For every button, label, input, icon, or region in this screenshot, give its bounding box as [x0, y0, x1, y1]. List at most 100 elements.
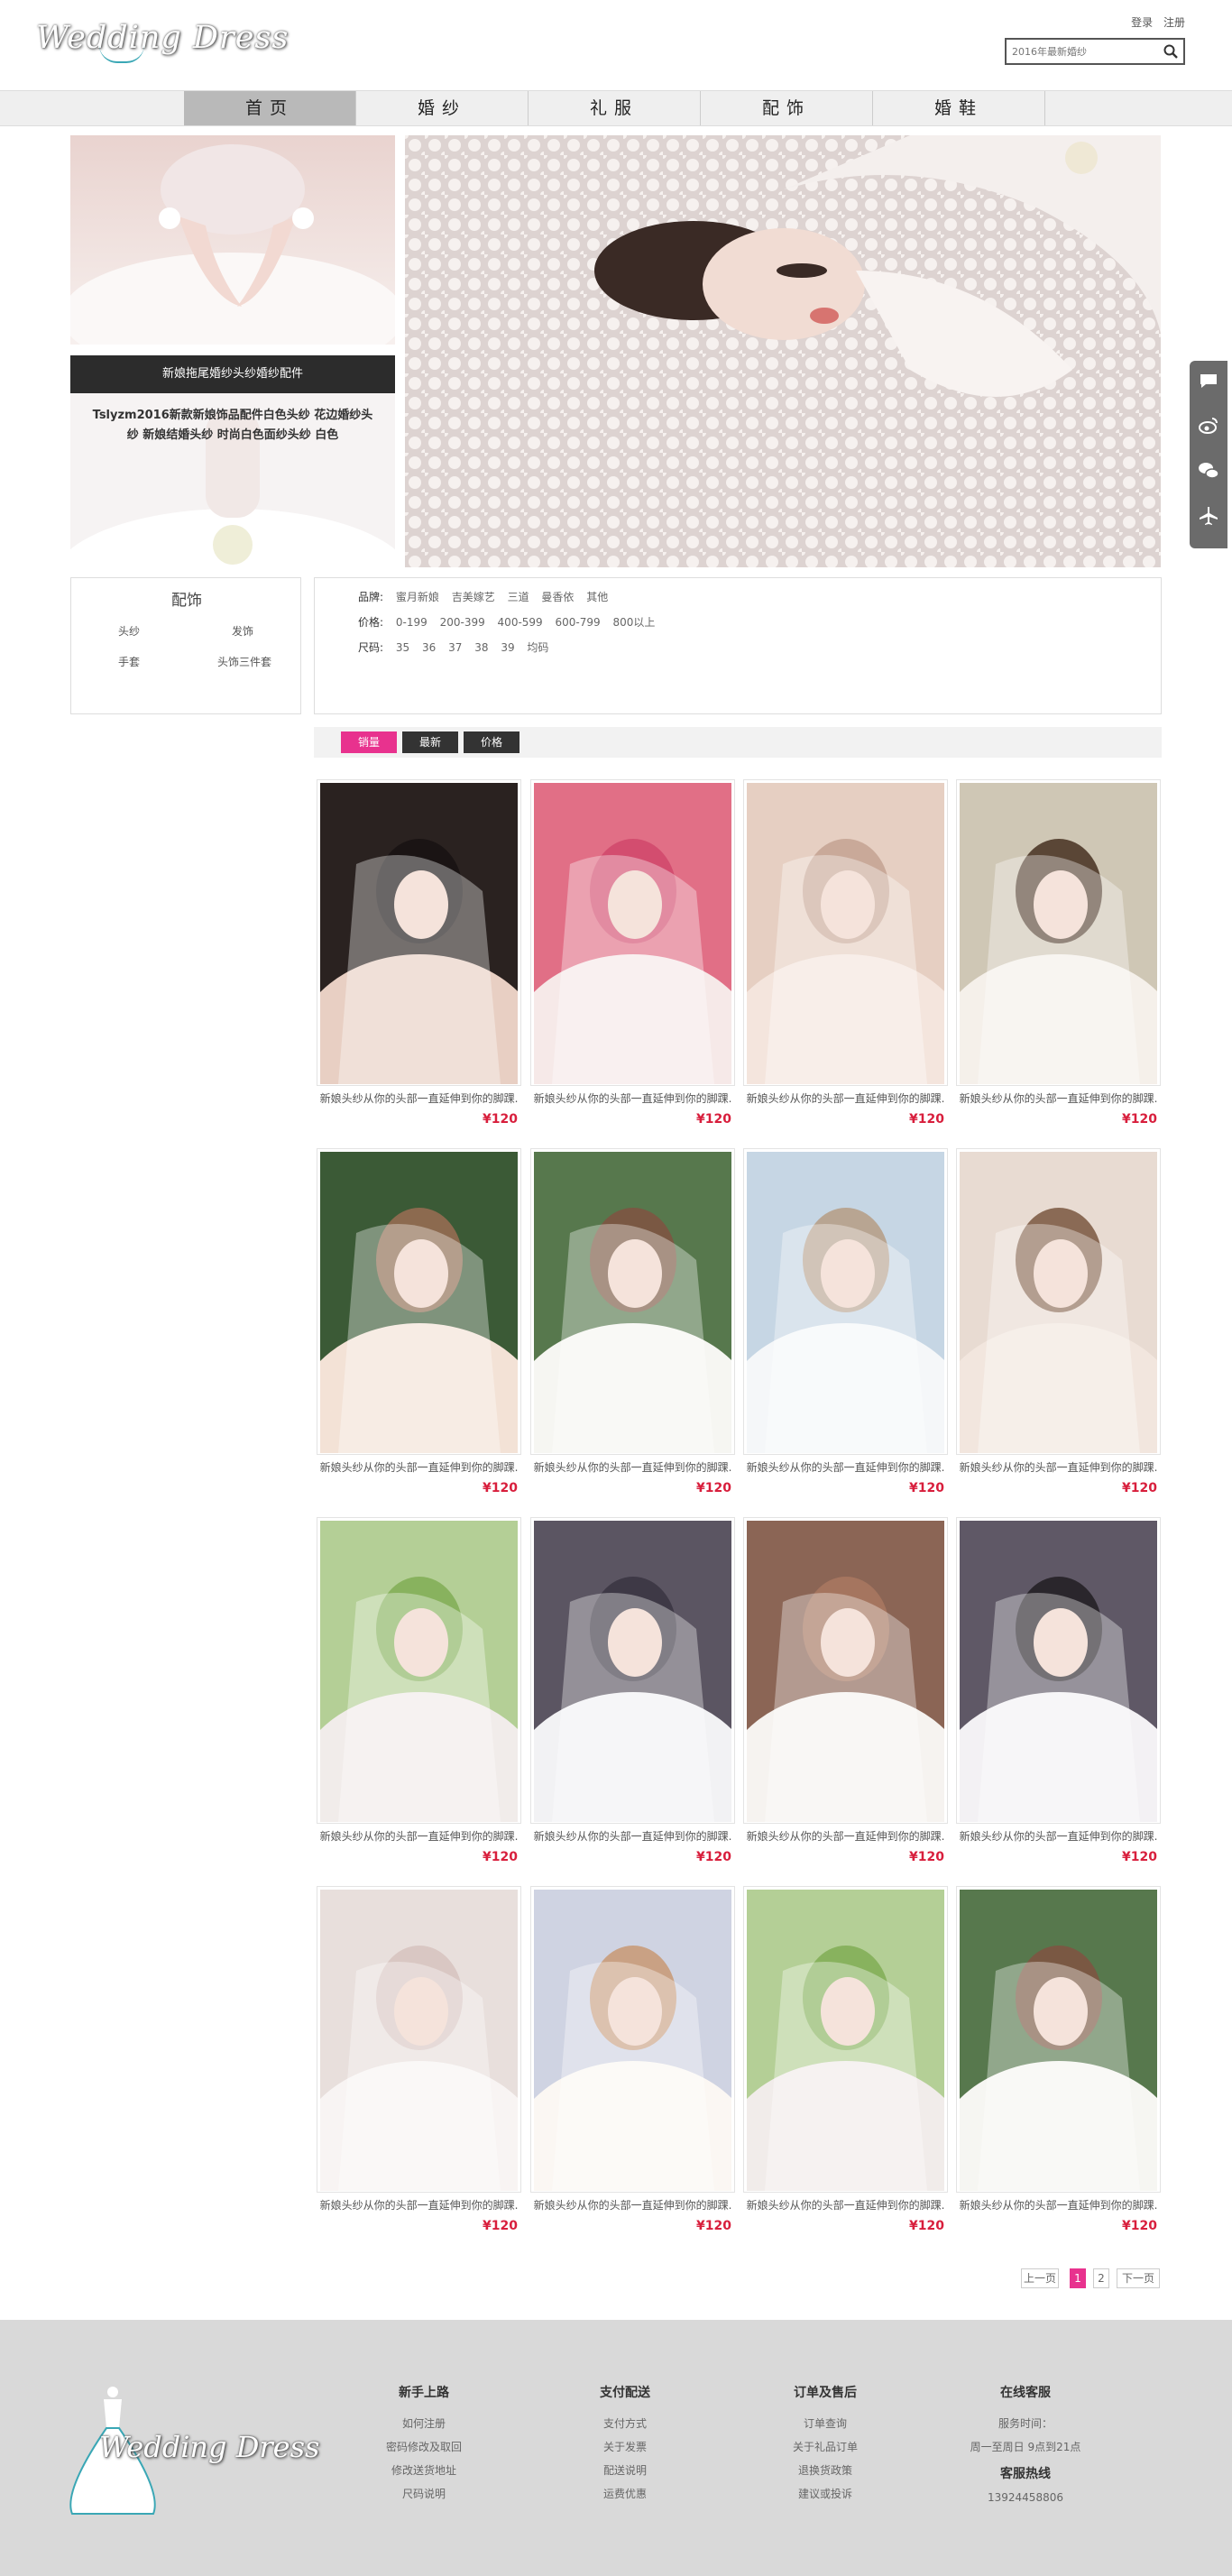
product-image[interactable]	[747, 783, 944, 1084]
footer-logo[interactable]: Wedding Dress	[99, 2430, 319, 2464]
product-card[interactable]	[743, 1148, 948, 1455]
size-option[interactable]: 36	[422, 641, 436, 654]
product-image[interactable]	[960, 1521, 1157, 1822]
product-description[interactable]: 新娘头纱从你的头部一直延伸到你的脚踝.	[530, 2197, 735, 2213]
product-card[interactable]	[743, 779, 948, 1086]
product-image[interactable]	[534, 1521, 731, 1822]
page-1-button[interactable]: 1	[1070, 2268, 1086, 2288]
product-image[interactable]	[960, 783, 1157, 1084]
brand-option[interactable]: 其他	[586, 591, 608, 603]
price-option[interactable]: 200-399	[440, 616, 485, 629]
brand-option[interactable]: 三道	[508, 591, 529, 603]
site-logo[interactable]: Wedding Dress	[36, 20, 289, 56]
nav-gowns[interactable]: 礼服	[529, 91, 701, 125]
chat-icon[interactable]	[1198, 370, 1219, 391]
next-page-button[interactable]: 下一页	[1117, 2268, 1160, 2288]
product-image[interactable]	[960, 1890, 1157, 2191]
product-card[interactable]	[317, 1886, 521, 2193]
product-card[interactable]	[530, 779, 735, 1086]
page-2-button[interactable]: 2	[1093, 2268, 1109, 2288]
product-description[interactable]: 新娘头纱从你的头部一直延伸到你的脚踝.	[743, 1090, 948, 1106]
product-image[interactable]	[747, 1521, 944, 1822]
product-card[interactable]	[530, 1517, 735, 1824]
product-card[interactable]	[956, 1517, 1161, 1824]
product-card[interactable]	[530, 1886, 735, 2193]
banner-caption-bar[interactable]: 新娘拖尾婚纱头纱婚纱配件	[70, 355, 395, 393]
wechat-icon[interactable]	[1198, 460, 1219, 482]
product-card[interactable]	[317, 1148, 521, 1455]
footer-link[interactable]: 建议或投诉	[758, 2482, 893, 2506]
product-description[interactable]: 新娘头纱从你的头部一直延伸到你的脚踝.	[530, 1090, 735, 1106]
product-description[interactable]: 新娘头纱从你的头部一直延伸到你的脚踝.	[743, 2197, 948, 2213]
nav-wedding-dress[interactable]: 婚纱	[356, 91, 529, 125]
category-hair-accessory[interactable]: 发饰	[232, 623, 253, 639]
footer-link[interactable]: 支付方式	[557, 2412, 693, 2435]
weibo-icon[interactable]	[1198, 415, 1219, 437]
footer-link[interactable]: 退换货政策	[758, 2459, 893, 2482]
price-option[interactable]: 0-199	[396, 616, 428, 629]
category-gloves[interactable]: 手套	[118, 654, 140, 669]
product-card[interactable]	[743, 1517, 948, 1824]
search-icon[interactable]	[1163, 44, 1178, 59]
price-option[interactable]: 600-799	[556, 616, 601, 629]
banner-gloves-photo[interactable]	[70, 135, 395, 345]
search-input[interactable]	[1007, 40, 1151, 63]
product-card[interactable]	[956, 779, 1161, 1086]
product-image[interactable]	[534, 1152, 731, 1453]
product-description[interactable]: 新娘头纱从你的头部一直延伸到你的脚踝.	[530, 1828, 735, 1844]
product-description[interactable]: 新娘头纱从你的头部一直延伸到你的脚踝.	[956, 2197, 1161, 2213]
category-headwear-set[interactable]: 头饰三件套	[217, 654, 271, 669]
product-description[interactable]: 新娘头纱从你的头部一直延伸到你的脚踝.	[743, 1459, 948, 1475]
nav-shoes[interactable]: 婚鞋	[873, 91, 1045, 125]
product-description[interactable]: 新娘头纱从你的头部一直延伸到你的脚踝.	[956, 1828, 1161, 1844]
footer-link[interactable]: 修改送货地址	[356, 2459, 492, 2482]
product-image[interactable]	[534, 783, 731, 1084]
product-image[interactable]	[320, 783, 518, 1084]
register-link[interactable]: 注册	[1163, 16, 1185, 29]
price-option[interactable]: 800以上	[612, 616, 655, 629]
product-card[interactable]	[530, 1148, 735, 1455]
product-image[interactable]	[320, 1521, 518, 1822]
price-option[interactable]: 400-599	[498, 616, 543, 629]
footer-link[interactable]: 关于发票	[557, 2435, 693, 2459]
product-image[interactable]	[747, 1890, 944, 2191]
footer-link[interactable]: 如何注册	[356, 2412, 492, 2435]
footer-link[interactable]: 订单查询	[758, 2412, 893, 2435]
product-description[interactable]: 新娘头纱从你的头部一直延伸到你的脚踝.	[317, 2197, 521, 2213]
product-card[interactable]	[743, 1886, 948, 2193]
nav-home[interactable]: 首页	[184, 91, 356, 125]
footer-link[interactable]: 尺码说明	[356, 2482, 492, 2506]
brand-option[interactable]: 蜜月新娘	[396, 591, 439, 603]
product-description[interactable]: 新娘头纱从你的头部一直延伸到你的脚踝.	[530, 1459, 735, 1475]
airplane-icon[interactable]	[1198, 505, 1219, 527]
size-option[interactable]: 35	[396, 641, 409, 654]
brand-option[interactable]: 吉美嫁艺	[452, 591, 495, 603]
sort-by-newest-button[interactable]: 最新	[402, 731, 458, 753]
product-description[interactable]: 新娘头纱从你的头部一直延伸到你的脚踝.	[956, 1090, 1161, 1106]
login-link[interactable]: 登录	[1131, 16, 1153, 29]
size-option[interactable]: 39	[501, 641, 514, 654]
product-image[interactable]	[320, 1152, 518, 1453]
product-image[interactable]	[534, 1890, 731, 2191]
footer-link[interactable]: 密码修改及取回	[356, 2435, 492, 2459]
size-option[interactable]: 均码	[527, 641, 548, 654]
size-option[interactable]: 37	[448, 641, 462, 654]
banner-main-photo[interactable]	[405, 135, 1161, 567]
product-description[interactable]: 新娘头纱从你的头部一直延伸到你的脚踝.	[317, 1459, 521, 1475]
product-description[interactable]: 新娘头纱从你的头部一直延伸到你的脚踝.	[317, 1090, 521, 1106]
sort-by-price-button[interactable]: 价格	[464, 731, 519, 753]
size-option[interactable]: 38	[474, 641, 488, 654]
product-card[interactable]	[317, 779, 521, 1086]
product-image[interactable]	[320, 1890, 518, 2191]
product-description[interactable]: 新娘头纱从你的头部一直延伸到你的脚踝.	[743, 1828, 948, 1844]
product-card[interactable]	[956, 1886, 1161, 2193]
product-card[interactable]	[317, 1517, 521, 1824]
product-image[interactable]	[960, 1152, 1157, 1453]
product-description[interactable]: 新娘头纱从你的头部一直延伸到你的脚踝.	[956, 1459, 1161, 1475]
nav-accessories[interactable]: 配饰	[701, 91, 873, 125]
product-card[interactable]	[956, 1148, 1161, 1455]
sort-by-sales-button[interactable]: 销量	[341, 731, 397, 753]
footer-link[interactable]: 关于礼品订单	[758, 2435, 893, 2459]
prev-page-button[interactable]: 上一页	[1021, 2268, 1059, 2288]
hotline-number[interactable]: 13924458806	[958, 2486, 1093, 2509]
